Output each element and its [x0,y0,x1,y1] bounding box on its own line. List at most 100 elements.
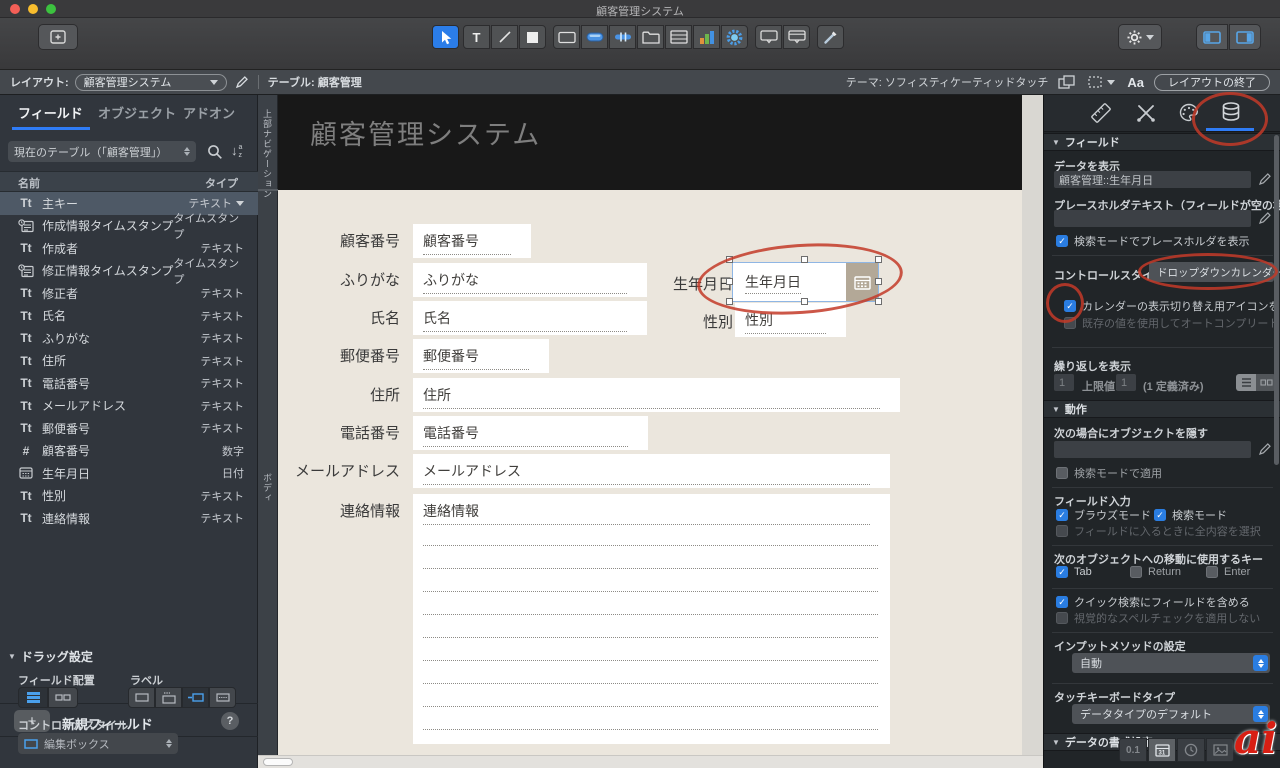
part-label-body[interactable]: ボディ [261,473,274,503]
slider-tool-icon[interactable] [609,25,636,49]
date-format-icon[interactable]: 31 [1148,738,1176,762]
tab-objects[interactable]: オブジェクト [98,103,176,122]
portal-tool-icon[interactable] [665,25,692,49]
canvas-label-email[interactable]: メールアドレス [275,460,400,481]
layout-title-text[interactable]: 顧客管理システム [310,113,541,152]
selection-handle[interactable] [875,298,882,305]
vertical-placement-icon[interactable] [18,687,48,708]
part-label-top-navigation[interactable]: 上部ナビゲーション [261,109,274,199]
manage-button[interactable] [1118,24,1162,50]
label-above-icon[interactable] [155,687,182,708]
field-row[interactable]: Tt メールアドレス テキスト [0,395,258,418]
field-row[interactable]: Tt 連絡情報 テキスト [0,507,258,530]
group-objects-icon[interactable] [1058,74,1076,90]
pencil-icon[interactable] [1258,211,1272,225]
canvas-field-email[interactable]: メールアドレス [413,454,890,488]
new-layout-button[interactable] [38,24,78,50]
tab-addons[interactable]: アドオン [183,103,235,122]
display-data-input[interactable]: 顧客管理::生年月日 [1054,171,1251,188]
field-row[interactable]: 生年月日 日付 [0,462,258,485]
pencil-icon[interactable] [1258,172,1272,186]
tab-fields[interactable]: フィールド [18,103,83,122]
shape-tool-icon[interactable] [519,25,546,49]
input-method-dropdown[interactable]: 自動 [1072,653,1270,673]
font-size-icon[interactable]: Aa [1127,75,1144,90]
canvas-field-address[interactable]: 住所 [413,378,900,412]
toggle-right-panel-button[interactable] [1229,24,1261,50]
select-contents-checkbox[interactable]: フィールドに入るときに全内容を選択 [1056,523,1261,539]
inspector-scrollbar[interactable] [1274,135,1279,465]
layout-header-part[interactable]: 顧客管理システム [278,95,1022,190]
canvas-field-postal-code[interactable]: 郵便番号 [413,339,549,373]
line-tool-icon[interactable] [491,25,518,49]
canvas-label-address[interactable]: 住所 [275,384,400,405]
field-row[interactable]: Tt 電話番号 テキスト [0,372,258,395]
tab-control-tool-icon[interactable] [637,25,664,49]
popover-tool-icon[interactable] [755,25,782,49]
search-placeholder-checkbox[interactable]: ✓ 検索モードでプレースホルダを表示 [1056,233,1249,249]
quick-find-checkbox[interactable]: ✓ クイック検索にフィールドを含める [1056,594,1250,610]
field-row[interactable]: 修正情報タイムスタンプ タイムスタンプ [0,258,258,286]
sort-icon[interactable]: ↓ az [231,143,242,160]
popover-button-tool-icon[interactable] [783,25,810,49]
exit-layout-button[interactable]: レイアウトの終了 [1154,73,1270,91]
label-inside-icon[interactable] [209,687,236,708]
calendar-icon-checkbox[interactable]: ✓ カレンダーの表示切り替え用アイコンを表示 [1064,298,1280,314]
autocomplete-checkbox[interactable]: 既存の値を使用してオートコンプリート [1064,315,1279,331]
canvas-label-name[interactable]: 氏名 [275,307,400,328]
table-selector-dropdown[interactable]: 現在のテーブル（「顧客管理」） [8,141,196,162]
text-tool-icon[interactable]: T [463,25,490,49]
field-row[interactable]: 作成情報タイムスタンプ タイムスタンプ [0,213,258,241]
graphic-format-icon[interactable] [1206,738,1234,762]
search-icon[interactable] [207,144,223,160]
field-row[interactable]: Tt 郵便番号 テキスト [0,417,258,440]
canvas-label-postal-code[interactable]: 郵便番号 [275,345,400,366]
label-left-icon[interactable] [182,687,209,708]
browse-mode-checkbox[interactable]: ✓ ブラウズモード [1056,507,1151,523]
web-viewer-tool-icon[interactable] [721,25,748,49]
layout-body-part[interactable]: 顧客番号 ふりがな 氏名 郵便番号 住所 電話番号 メールアドレス 連絡情報 顧… [278,190,1022,755]
apply-in-find-checkbox[interactable]: 検索モードで適用 [1056,465,1162,481]
canvas-label-furigana[interactable]: ふりがな [275,269,400,290]
position-tab[interactable] [1086,100,1116,126]
find-mode-checkbox[interactable]: ✓ 検索モード [1154,507,1227,523]
hide-object-input[interactable] [1054,441,1251,458]
label-none-icon[interactable] [128,687,155,708]
vertical-orientation-icon[interactable] [1236,374,1256,391]
field-row[interactable]: # 顧客番号 数字 [0,440,258,463]
pencil-icon[interactable] [1258,442,1272,456]
field-row[interactable]: Tt 氏名 テキスト [0,305,258,328]
field-row[interactable]: Tt 住所 テキスト [0,350,258,373]
selection-style-icon[interactable] [1088,75,1104,89]
canvas-label-gender[interactable]: 性別 [608,311,733,332]
drag-settings-section[interactable]: ▼ ドラッグ設定 [8,648,93,665]
canvas-label-customer-no[interactable]: 顧客番号 [275,230,400,251]
horizontal-orientation-icon[interactable] [1256,374,1276,391]
control-style-dropdown[interactable]: 編集ボックス [18,733,178,754]
field-tool-icon[interactable] [553,25,580,49]
toggle-left-panel-button[interactable] [1196,24,1228,50]
chart-tool-icon[interactable] [693,25,720,49]
field-row[interactable]: Tt 修正者 テキスト [0,282,258,305]
scrollbar-thumb[interactable] [263,758,293,766]
help-icon[interactable]: ? [221,712,239,730]
repetition-start-input[interactable]: 1 [1054,374,1074,391]
return-key-checkbox[interactable]: Return [1130,566,1181,578]
enter-key-checkbox[interactable]: Enter [1206,566,1250,578]
repetition-max-input[interactable]: 1 [1116,374,1136,391]
canvas-field-phone[interactable]: 電話番号 [413,416,648,450]
time-format-icon[interactable] [1177,738,1205,762]
field-row[interactable]: Tt ふりがな テキスト [0,327,258,350]
behavior-section-header[interactable]: ▼ 動作 [1044,400,1280,418]
placeholder-input[interactable] [1054,210,1251,227]
canvas-field-contact-info[interactable]: 連絡情報 [413,494,890,744]
format-painter-icon[interactable] [817,25,844,49]
chevron-down-icon[interactable] [236,200,244,206]
styles-tab[interactable] [1131,100,1161,126]
button-tool-icon[interactable] [581,25,608,49]
spell-check-checkbox[interactable]: 視覚的なスペルチェックを適用しない [1056,610,1260,626]
horizontal-scrollbar[interactable] [258,755,1043,768]
number-format-icon[interactable]: 0.1 [1119,738,1147,762]
field-row[interactable]: Tt 性別 テキスト [0,485,258,508]
layout-selector[interactable]: 顧客管理システム [74,73,227,91]
